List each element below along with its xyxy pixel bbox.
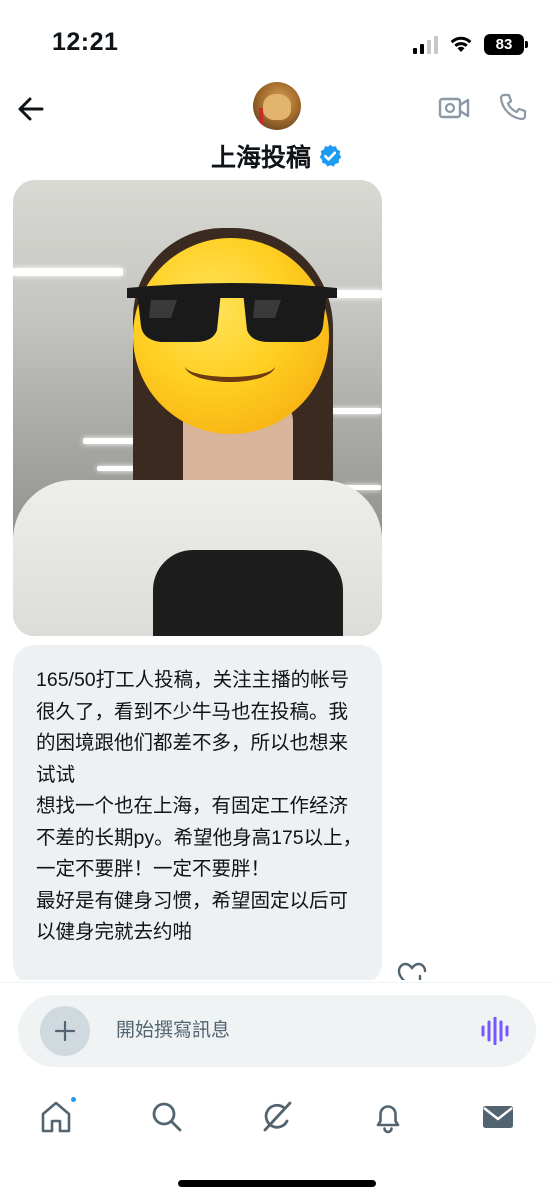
contact-avatar[interactable] (253, 82, 301, 130)
message-input[interactable] (116, 1013, 456, 1049)
ceiling-light (331, 408, 381, 414)
plus-icon (54, 1020, 76, 1042)
contact-title[interactable]: 上海投稿 (0, 138, 554, 174)
ceiling-light (13, 268, 123, 276)
emoji-smile (185, 350, 275, 382)
add-reaction-icon[interactable] (396, 960, 428, 980)
back-arrow-icon[interactable] (14, 92, 48, 126)
tab-notifications[interactable] (370, 1099, 406, 1135)
search-icon (152, 1102, 181, 1132)
contact-name: 上海投稿 (210, 144, 311, 172)
notifications-icon (376, 1105, 399, 1134)
verified-badge-icon (319, 144, 342, 167)
voice-message-icon[interactable] (480, 1017, 510, 1045)
grok-icon (263, 1101, 292, 1132)
battery-icon: 83 (484, 33, 528, 55)
phone-icon[interactable] (498, 92, 528, 122)
image-message[interactable] (13, 180, 382, 636)
home-icon (41, 1101, 71, 1133)
messages-icon (483, 1106, 513, 1128)
tab-search[interactable] (149, 1099, 185, 1135)
tab-home[interactable] (38, 1095, 78, 1135)
signal-icon (413, 34, 438, 54)
text-message[interactable]: 165/50打工人投稿，关注主播的帐号很久了，看到不少牛马也在投稿。我的困境跟他… (13, 645, 382, 980)
photo-inner-top (153, 550, 343, 636)
tab-bar (0, 1082, 554, 1152)
chat-header: 上海投稿 (0, 74, 554, 178)
add-media-button[interactable] (40, 1006, 90, 1056)
tab-messages[interactable] (480, 1099, 516, 1135)
wifi-icon (450, 36, 472, 52)
home-indicator (178, 1180, 376, 1187)
chat-area: 165/50打工人投稿，关注主播的帐号很久了，看到不少牛马也在投稿。我的困境跟他… (0, 180, 554, 980)
tab-grok[interactable] (259, 1099, 295, 1135)
video-call-icon[interactable] (438, 94, 470, 122)
status-bar: 12:21 83 (0, 0, 554, 70)
home-notification-dot (69, 1095, 78, 1104)
message-text: 165/50打工人投稿，关注主播的帐号很久了，看到不少牛马也在投稿。我的困境跟他… (36, 669, 363, 943)
composer-bar (0, 982, 554, 1082)
composer (18, 995, 536, 1067)
status-time: 12:21 (52, 28, 119, 56)
status-icons: 83 (413, 32, 528, 56)
sunglasses-icon (127, 283, 337, 342)
